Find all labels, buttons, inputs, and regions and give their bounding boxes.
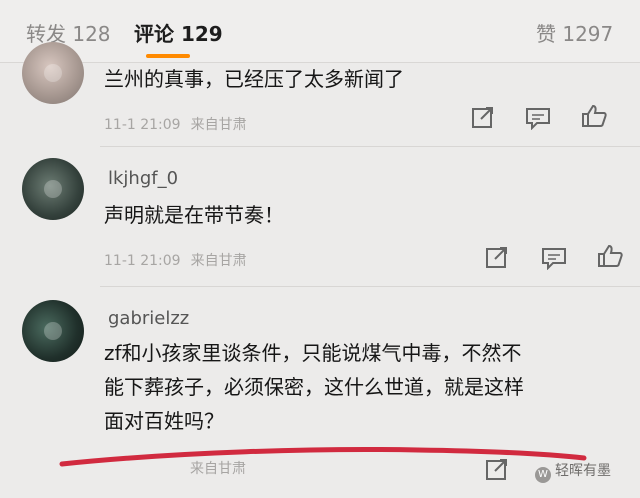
- red-underline-annotation: [59, 447, 587, 467]
- avatar[interactable]: [22, 300, 84, 362]
- thumbs-up-icon[interactable]: [596, 244, 624, 268]
- avatar[interactable]: [22, 158, 84, 220]
- tab-reposts[interactable]: 转发 128: [26, 18, 111, 47]
- comment-text-line: 能下葬孩子，必须保密，这什么世道，就是这样: [104, 375, 524, 399]
- comment-icon[interactable]: [524, 106, 552, 131]
- comment-text-line: 面对百姓吗？: [104, 409, 224, 433]
- comment-location: 来自甘肃: [190, 253, 247, 269]
- watermark: W 轻晖有墨: [535, 460, 611, 483]
- watermark-text: 轻晖有墨: [555, 463, 611, 479]
- comment-text: 兰州的真事，已经压了太多新闻了: [104, 67, 404, 91]
- comment-text: zf和小孩家里谈条件，只能说煤气中毒，不然不 能下葬孩子，必须保密，这什么世道，…: [104, 336, 524, 438]
- comment-time: 11-1 21:09: [104, 117, 181, 133]
- active-tab-indicator: [146, 54, 190, 58]
- share-icon[interactable]: [484, 246, 512, 270]
- comment-text: 声明就是在带节奏！: [104, 203, 284, 227]
- share-icon[interactable]: [470, 106, 498, 130]
- comment-username[interactable]: gabrielzz: [108, 308, 189, 329]
- thumbs-up-icon[interactable]: [580, 104, 608, 128]
- watermark-logo: W: [535, 467, 551, 483]
- comment-divider: [100, 286, 640, 287]
- comment-meta: 11-1 21:09 来自甘肃: [104, 250, 257, 270]
- comment-divider: [100, 146, 640, 147]
- comment-time: 11-1 21:09: [104, 253, 181, 269]
- tab-comments[interactable]: 评论 129: [134, 18, 223, 47]
- comment-location: 来自甘肃: [190, 117, 247, 133]
- avatar[interactable]: [22, 42, 84, 104]
- tab-likes[interactable]: 赞 1297: [536, 18, 613, 47]
- tab-bar: 转发 128 评论 129 赞 1297: [0, 0, 640, 63]
- comment-text-line: zf和小孩家里谈条件，只能说煤气中毒，不然不: [104, 341, 522, 365]
- comment-icon[interactable]: [540, 246, 568, 271]
- comment-meta: 11-1 21:09 来自甘肃: [104, 114, 257, 134]
- comment-username[interactable]: lkjhgf_0: [108, 168, 178, 189]
